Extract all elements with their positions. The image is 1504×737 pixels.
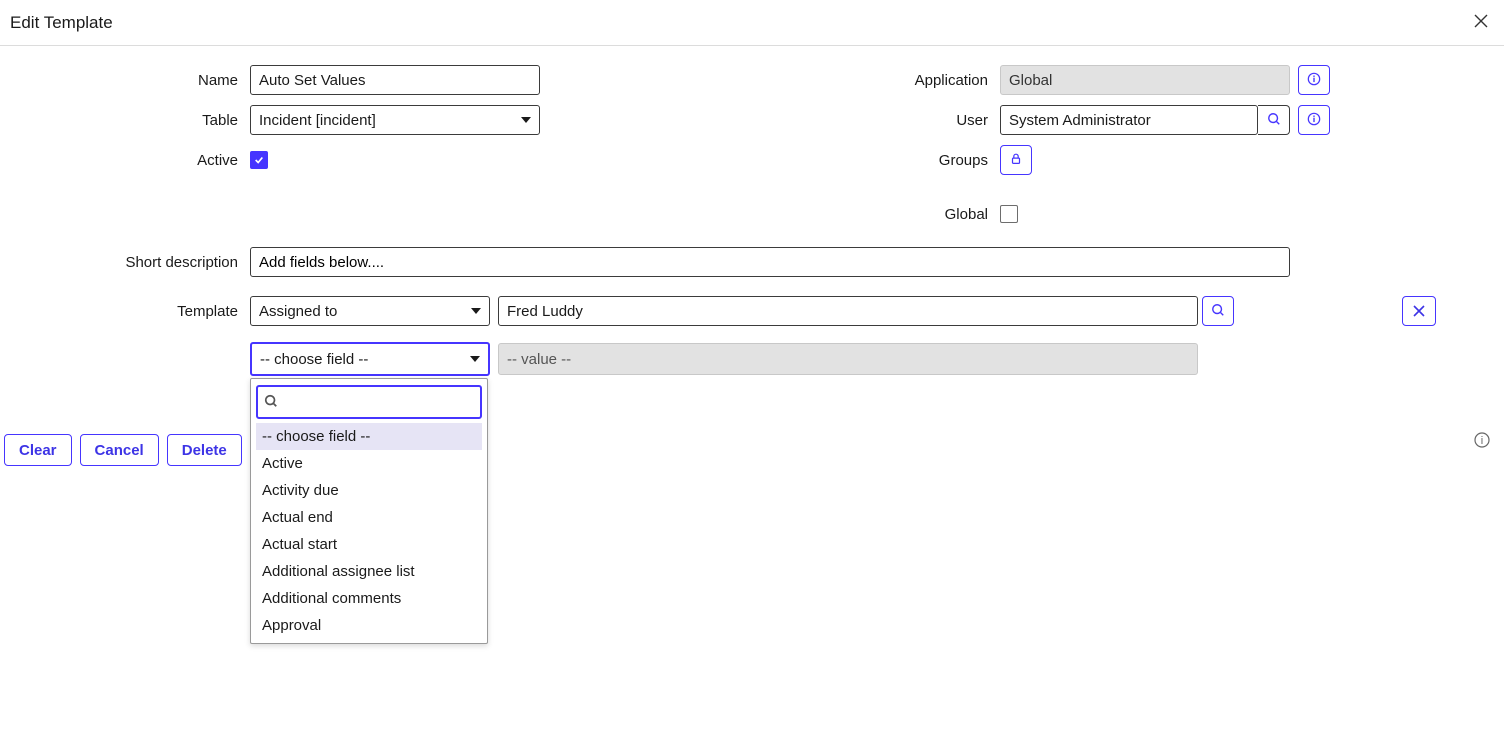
template-value-readonly-1: -- value --	[498, 343, 1198, 375]
template-field-select-0[interactable]: Assigned to	[250, 296, 490, 326]
template-field-1-value: -- choose field --	[260, 351, 368, 368]
dropdown-option[interactable]: Additional comments	[256, 585, 482, 612]
dropdown-option[interactable]: Active	[256, 450, 482, 477]
table-label: Table	[0, 112, 250, 129]
table-select-value: Incident [incident]	[259, 112, 376, 129]
dropdown-search-wrap	[256, 385, 482, 419]
caret-down-icon	[471, 308, 481, 314]
template-value-input-0[interactable]	[498, 296, 1198, 326]
lock-icon	[1009, 152, 1023, 169]
user-search-button[interactable]	[1258, 105, 1290, 135]
template-value-1-placeholder: -- value --	[507, 351, 571, 368]
svg-text:i: i	[1481, 435, 1483, 447]
info-icon	[1307, 112, 1321, 129]
active-label: Active	[0, 152, 250, 169]
check-icon	[254, 155, 264, 165]
application-readonly: Global	[1000, 65, 1290, 95]
template-row-remove-0[interactable]	[1402, 296, 1436, 326]
dropdown-option[interactable]: Actual end	[256, 504, 482, 531]
name-label: Name	[0, 72, 250, 89]
application-value: Global	[1009, 72, 1052, 89]
table-select[interactable]: Incident [incident]	[250, 105, 540, 135]
dropdown-search-input[interactable]	[284, 393, 474, 411]
close-icon	[1474, 14, 1488, 31]
active-checkbox[interactable]	[250, 151, 268, 169]
groups-lock-button[interactable]	[1000, 145, 1032, 175]
form-right-column: Application Global User	[750, 60, 1450, 234]
info-icon: i	[1474, 435, 1490, 451]
info-icon	[1307, 72, 1321, 89]
page-info-button[interactable]: i	[1474, 432, 1490, 448]
dropdown-option[interactable]: Additional assignee list	[256, 558, 482, 585]
dropdown-option[interactable]: -- choose field --	[256, 423, 482, 450]
page-title: Edit Template	[10, 13, 113, 33]
cancel-button[interactable]: Cancel	[80, 434, 159, 466]
delete-button[interactable]: Delete	[167, 434, 242, 466]
template-field-select-1[interactable]: -- choose field --	[250, 342, 490, 376]
dropdown-option[interactable]: Approval	[256, 612, 482, 639]
name-input[interactable]	[250, 65, 540, 95]
dropdown-option[interactable]: Activity due	[256, 477, 482, 504]
application-label: Application	[750, 72, 1000, 89]
footer-buttons: Clear Cancel Delete Update	[0, 434, 1504, 466]
application-info-button[interactable]	[1298, 65, 1330, 95]
user-label: User	[750, 112, 1000, 129]
short-desc-input[interactable]	[250, 247, 1290, 277]
search-icon	[264, 394, 278, 411]
header: Edit Template	[0, 0, 1504, 46]
clear-button[interactable]: Clear	[4, 434, 72, 466]
short-desc-label: Short description	[0, 254, 250, 271]
global-checkbox[interactable]	[1000, 205, 1018, 223]
search-icon	[1211, 303, 1225, 320]
field-dropdown: -- choose field -- Active Activity due A…	[250, 378, 488, 644]
dropdown-option[interactable]: Actual start	[256, 531, 482, 558]
template-field-0-value: Assigned to	[259, 303, 337, 320]
dropdown-option-list: -- choose field -- Active Activity due A…	[256, 423, 482, 639]
close-button[interactable]	[1470, 10, 1492, 35]
user-input[interactable]	[1000, 105, 1258, 135]
global-label: Global	[750, 206, 1000, 223]
groups-label: Groups	[750, 152, 1000, 169]
user-info-button[interactable]	[1298, 105, 1330, 135]
search-icon	[1267, 112, 1281, 129]
caret-down-icon	[470, 356, 480, 362]
x-icon	[1413, 305, 1425, 317]
template-label: Template	[0, 303, 250, 320]
template-value-search-0[interactable]	[1202, 296, 1234, 326]
form-left-column: Name Table Incident [incident] Active	[0, 60, 552, 180]
caret-down-icon	[521, 117, 531, 123]
